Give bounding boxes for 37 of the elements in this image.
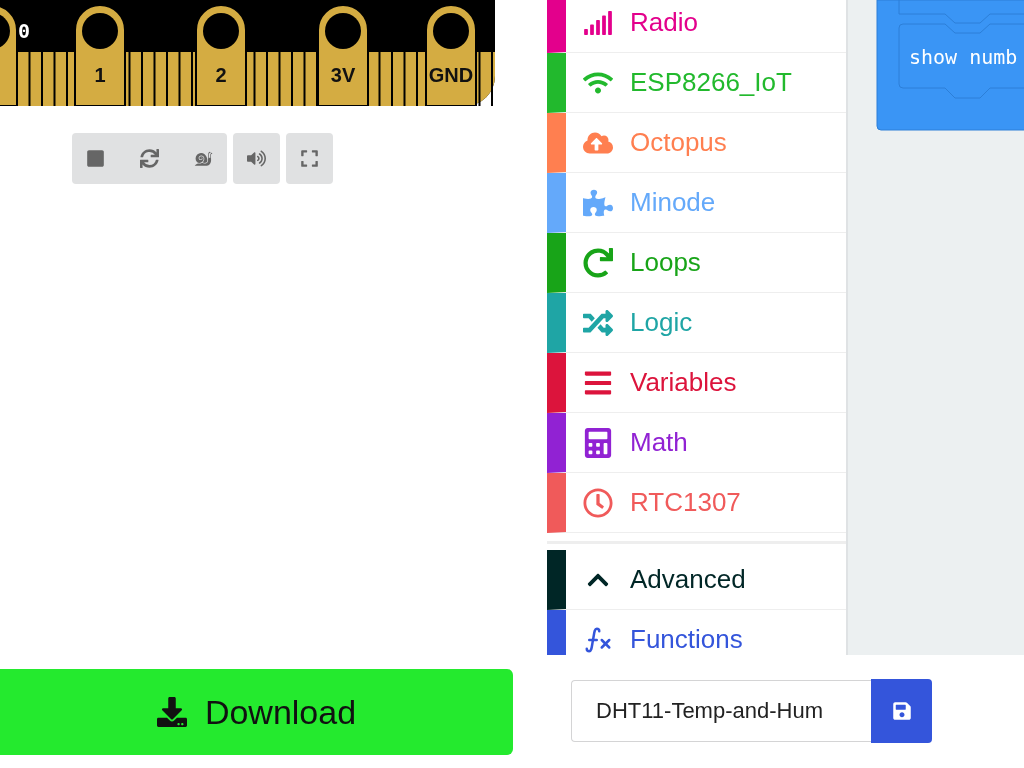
fullscreen-button[interactable] <box>286 133 333 184</box>
shuffle-icon <box>583 307 613 338</box>
category-label: Variables <box>630 367 737 398</box>
fullscreen-icon <box>300 149 319 168</box>
clock-icon <box>583 487 613 518</box>
pin-label: 2 <box>215 64 227 86</box>
save-button[interactable] <box>871 679 932 743</box>
speaker-icon <box>247 149 266 168</box>
restart-button[interactable] <box>140 149 159 168</box>
pin-label: 0 <box>18 19 31 43</box>
category-label: ESP8266_IoT <box>630 67 792 98</box>
snail-icon <box>194 149 213 168</box>
pin-label: GND <box>428 64 474 86</box>
category-label: Advanced <box>630 564 746 595</box>
calculator-icon <box>583 427 613 458</box>
save-icon <box>891 701 912 721</box>
project-name-field[interactable]: DHT11-Temp-and-Hum <box>571 680 871 742</box>
category-label: Radio <box>630 7 698 38</box>
restart-icon <box>140 149 159 168</box>
download-icon <box>156 697 187 727</box>
category-label: Functions <box>630 624 743 655</box>
category-label: RTC1307 <box>630 487 741 518</box>
stop-icon <box>86 149 105 168</box>
pin-label: 1 <box>94 64 106 86</box>
category-label: Minode <box>630 187 716 218</box>
sound-button[interactable] <box>233 133 280 184</box>
category-label: Loops <box>630 247 701 278</box>
stop-button[interactable] <box>86 149 105 168</box>
pin-label: 3V <box>330 64 356 86</box>
redo-icon <box>583 247 613 278</box>
category-label: Math <box>630 427 688 458</box>
category-label: Logic <box>630 307 693 338</box>
snail-button[interactable] <box>194 149 213 168</box>
block-label: show numb <box>909 45 1018 69</box>
download-button[interactable]: Download <box>0 669 513 755</box>
puzzle-icon <box>583 187 613 218</box>
category-label: Octopus <box>630 127 727 158</box>
